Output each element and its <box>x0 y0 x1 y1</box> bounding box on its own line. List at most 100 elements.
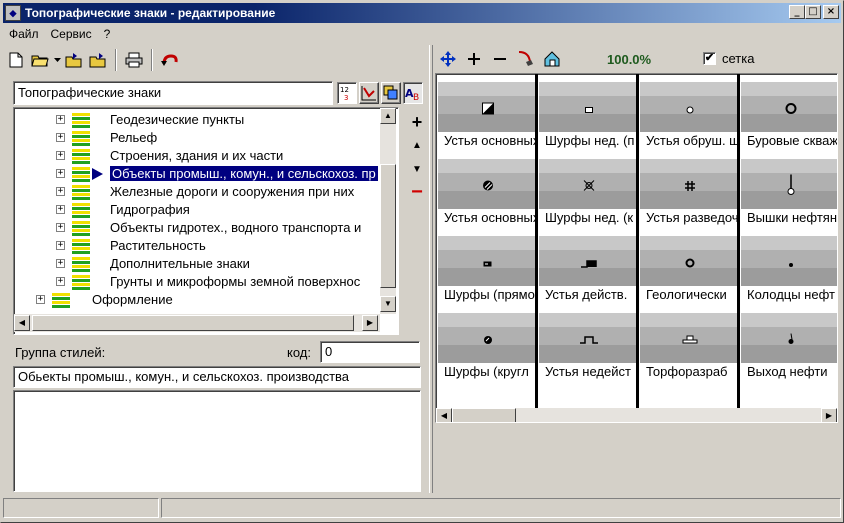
scroll-right-button[interactable]: ▶ <box>821 408 837 422</box>
preview-horizontal-scrollbar[interactable]: ◀ ▶ <box>436 408 837 422</box>
expand-toggle[interactable]: + <box>56 187 65 196</box>
window-title: Топографические знаки - редактирование <box>25 6 276 20</box>
zoom-out-icon[interactable] <box>489 48 511 70</box>
sort-numeric-icon[interactable]: 12 3 <box>337 82 357 104</box>
tree-item[interactable]: + Железные дороги и сооружения при них <box>14 183 384 201</box>
symbol-cell[interactable]: Выход нефти <box>741 307 837 381</box>
menu-file[interactable]: Файл <box>3 27 45 41</box>
tree-horizontal-scrollbar[interactable]: ◀ ▶ <box>14 314 380 332</box>
home-view-icon[interactable] <box>541 48 563 70</box>
symbol-cell[interactable]: Шурфы (кругл <box>438 307 537 381</box>
symbol-caption: Шурфы (кругл <box>444 364 537 380</box>
scroll-up-button[interactable]: ▲ <box>380 108 396 124</box>
tree-item[interactable]: + Рельеф <box>14 129 384 147</box>
close-button[interactable]: × <box>823 5 839 19</box>
area-style-icon[interactable] <box>381 82 401 104</box>
folder-export-icon[interactable] <box>87 49 109 71</box>
symbol-caption: Устья разведоч <box>646 210 739 226</box>
grid-checkbox[interactable]: ✔ <box>703 52 716 65</box>
move-down-button[interactable]: ▼ <box>407 157 427 181</box>
expand-toggle[interactable]: + <box>56 169 65 178</box>
grid-divider <box>737 74 740 408</box>
symbol-cell[interactable]: Шурфы нед. (п <box>539 76 638 150</box>
layer-stack-icon <box>72 185 90 200</box>
tree-item[interactable]: + Геодезические пункты <box>14 111 384 129</box>
description-field[interactable] <box>13 390 421 492</box>
zoom-in-icon[interactable] <box>463 48 485 70</box>
symbol-cell[interactable]: Геологически <box>640 230 739 304</box>
move-up-button[interactable]: ▲ <box>407 133 427 157</box>
line-style-icon[interactable] <box>359 82 379 104</box>
tree-item[interactable]: + Строения, здания и их части <box>14 147 384 165</box>
expand-toggle[interactable]: + <box>56 223 65 232</box>
tree-item[interactable]: + Гидрография <box>14 201 384 219</box>
code-input[interactable]: 0 <box>320 341 420 363</box>
tree-item[interactable]: + Объекты гидротех., водного транспорта и <box>14 219 384 237</box>
pane-splitter[interactable] <box>429 45 433 493</box>
title-bar[interactable]: ◆ Топографические знаки - редактирование… <box>3 3 841 23</box>
group-name-field[interactable]: Обьекты промыш., комун., и сельскохоз. п… <box>13 366 421 388</box>
grid-divider <box>636 74 639 408</box>
grid-checkbox-label[interactable]: сетка <box>722 51 754 66</box>
symbol-cell[interactable]: Устья разведоч <box>640 153 739 227</box>
symbol-cell[interactable]: Колодцы нефт <box>741 230 837 304</box>
undo-icon[interactable] <box>159 49 181 71</box>
print-icon[interactable] <box>123 49 145 71</box>
menu-help[interactable]: ? <box>98 27 117 41</box>
tree-item[interactable]: + Оформление <box>14 291 384 309</box>
scroll-left-button[interactable]: ◀ <box>14 315 30 331</box>
symbol-cell[interactable]: Устья обруш. ш <box>640 76 739 150</box>
status-panel-left <box>3 498 159 518</box>
symbol-cell[interactable]: Шурфы нед. (к <box>539 153 638 227</box>
move-icon[interactable] <box>437 48 459 70</box>
symbol-cell[interactable]: Торфоразраб <box>640 307 739 381</box>
tree-item[interactable]: + Растительность <box>14 237 384 255</box>
expand-toggle[interactable]: + <box>56 205 65 214</box>
scroll-thumb[interactable] <box>380 164 396 288</box>
layer-stack-icon <box>72 203 90 218</box>
text-style-icon[interactable]: AB <box>403 82 423 104</box>
symbol-cell[interactable]: Буровые скважи <box>741 76 837 150</box>
pen-draw-icon[interactable] <box>515 48 537 70</box>
expand-toggle[interactable]: + <box>56 133 65 142</box>
symbol-cell[interactable]: Устья основных <box>438 153 537 227</box>
tree-item[interactable]: + Грунты и микроформы земной поверхнос <box>14 273 384 291</box>
style-tree[interactable]: + Геодезические пункты + Рельеф + Строения, з… <box>13 107 399 335</box>
minimize-button[interactable]: _ <box>789 5 805 19</box>
folder-add-icon[interactable] <box>63 49 85 71</box>
symbol-cell[interactable]: Вышки нефтяны <box>741 153 837 227</box>
new-file-icon[interactable] <box>5 49 27 71</box>
scroll-right-button[interactable]: ▶ <box>362 315 378 331</box>
expand-toggle[interactable]: + <box>56 151 65 160</box>
symbol-cell[interactable]: Устья действ. <box>539 230 638 304</box>
open-dropdown-icon[interactable] <box>53 49 61 71</box>
symbol-caption: Шурфы нед. (к <box>545 210 638 226</box>
scroll-left-button[interactable]: ◀ <box>436 408 452 422</box>
symbol-cell[interactable]: Устья основных <box>438 76 537 150</box>
scroll-thumb[interactable] <box>452 408 516 422</box>
tree-item[interactable]: + Объекты промыш., комун., и сельскохоз. … <box>14 165 384 183</box>
expand-toggle[interactable]: + <box>56 115 65 124</box>
hatched-dot-icon <box>483 334 493 348</box>
expand-toggle[interactable]: + <box>56 241 65 250</box>
symbol-cell[interactable]: Устья недейст <box>539 307 638 381</box>
maximize-button[interactable]: □ <box>805 5 821 19</box>
delete-button[interactable]: − <box>407 181 427 203</box>
menu-service[interactable]: Сервис <box>45 27 98 41</box>
expand-toggle[interactable]: + <box>36 295 45 304</box>
scroll-thumb[interactable] <box>32 315 354 331</box>
layer-stack-icon <box>72 131 90 146</box>
expand-toggle[interactable]: + <box>56 259 65 268</box>
symbol-cell[interactable]: Шурфы (прямо <box>438 230 537 304</box>
scroll-down-button[interactable]: ▼ <box>380 296 396 312</box>
rect-filled-icon <box>483 257 493 271</box>
open-folder-icon[interactable] <box>29 49 51 71</box>
add-button[interactable]: + <box>407 111 427 133</box>
symbol-caption: Шурфы (прямо <box>444 287 537 303</box>
tree-item[interactable]: + Дополнительные знаки <box>14 255 384 273</box>
symbol-preview-grid[interactable]: Устья основных Шурфы нед. (п Устья обруш. … <box>435 73 838 423</box>
tree-title-field[interactable]: Топографические знаки <box>13 81 333 105</box>
tree-vertical-scrollbar[interactable]: ▲ ▼ <box>380 108 396 314</box>
tree-item-label: Объекты гидротех., водного транспорта и <box>110 220 362 235</box>
expand-toggle[interactable]: + <box>56 277 65 286</box>
